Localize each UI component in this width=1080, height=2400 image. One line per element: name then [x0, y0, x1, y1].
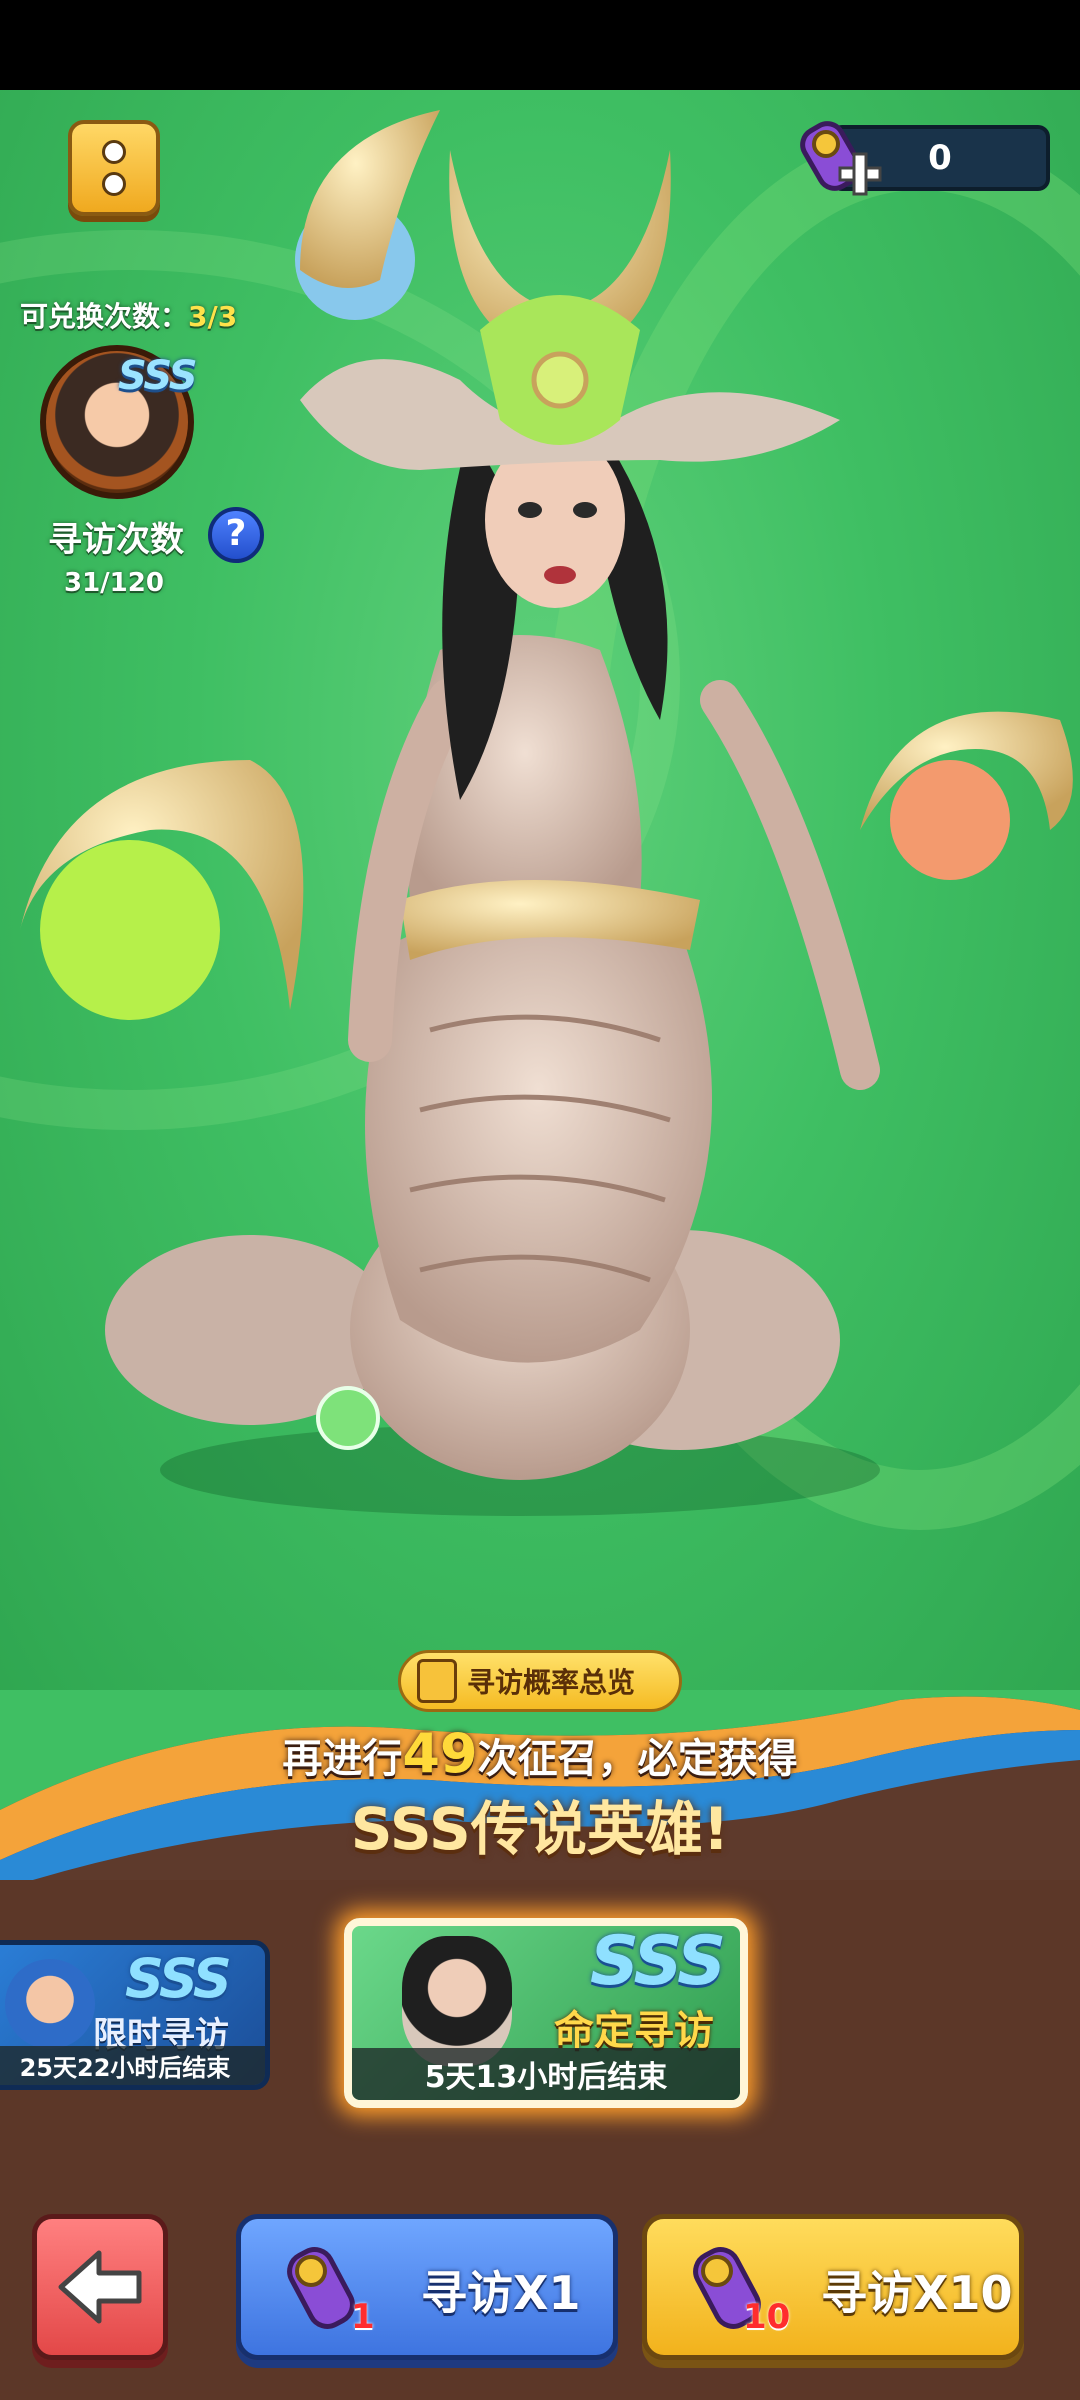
exchange-count: 3/3	[188, 300, 238, 333]
visit-x10-button[interactable]: 10 寻访X10	[642, 2214, 1024, 2360]
pity-suffix: 次征召，必定获得	[477, 1736, 798, 1782]
banner-rarity: SSS	[590, 1922, 726, 2001]
pity-reward: SSS传说英雄!	[350, 1795, 730, 1863]
banner-limited-visit[interactable]: SSS 限时寻访 25天22小时后结束	[0, 1940, 270, 2090]
rarity-badge: SSS	[118, 353, 198, 399]
menu-button[interactable]	[68, 120, 160, 216]
help-button[interactable]: ?	[208, 507, 264, 563]
menu-dot-icon	[102, 140, 126, 164]
banner-hero-portrait	[5, 1959, 95, 2049]
banner-hero-portrait	[402, 1936, 512, 2066]
visit-x1-label: 寻访X1	[421, 2266, 581, 2320]
banner-rarity: SSS	[125, 1947, 232, 2010]
exchange-remaining: 可兑换次数：3/3	[20, 295, 237, 335]
visit-progress: 31/120	[64, 568, 164, 598]
pity-count: 49	[402, 1722, 478, 1785]
banner-end-time: 25天22小时后结束	[0, 2046, 265, 2085]
probability-overview-button[interactable]: 寻访概率总览	[398, 1650, 682, 1712]
probability-overview-label: 寻访概率总览	[467, 1666, 636, 1699]
pity-prefix: 再进行	[282, 1736, 403, 1782]
banner-destined-visit[interactable]: SSS 命定寻访 5天13小时后结束	[344, 1918, 748, 2108]
menu-dot-icon	[102, 172, 126, 196]
status-bar	[0, 0, 1080, 90]
back-arrow-icon	[58, 2250, 142, 2324]
pity-counter-text: 再进行49次征召，必定获得	[0, 1722, 1080, 1785]
visit-x10-cost: 10	[743, 2297, 791, 2337]
visit-x1-button[interactable]: 1 寻访X1	[236, 2214, 618, 2360]
banner-end-time: 5天13小时后结束	[352, 2048, 740, 2100]
visit-x1-cost: 1	[351, 2297, 375, 2337]
back-button[interactable]	[32, 2214, 168, 2360]
add-scroll-icon[interactable]	[796, 110, 892, 206]
exchange-label: 可兑换次数：	[20, 300, 189, 333]
visit-count-label: 寻访次数	[48, 520, 184, 560]
visit-x10-label: 寻访X10	[821, 2266, 1013, 2320]
card-icon	[417, 1659, 457, 1703]
